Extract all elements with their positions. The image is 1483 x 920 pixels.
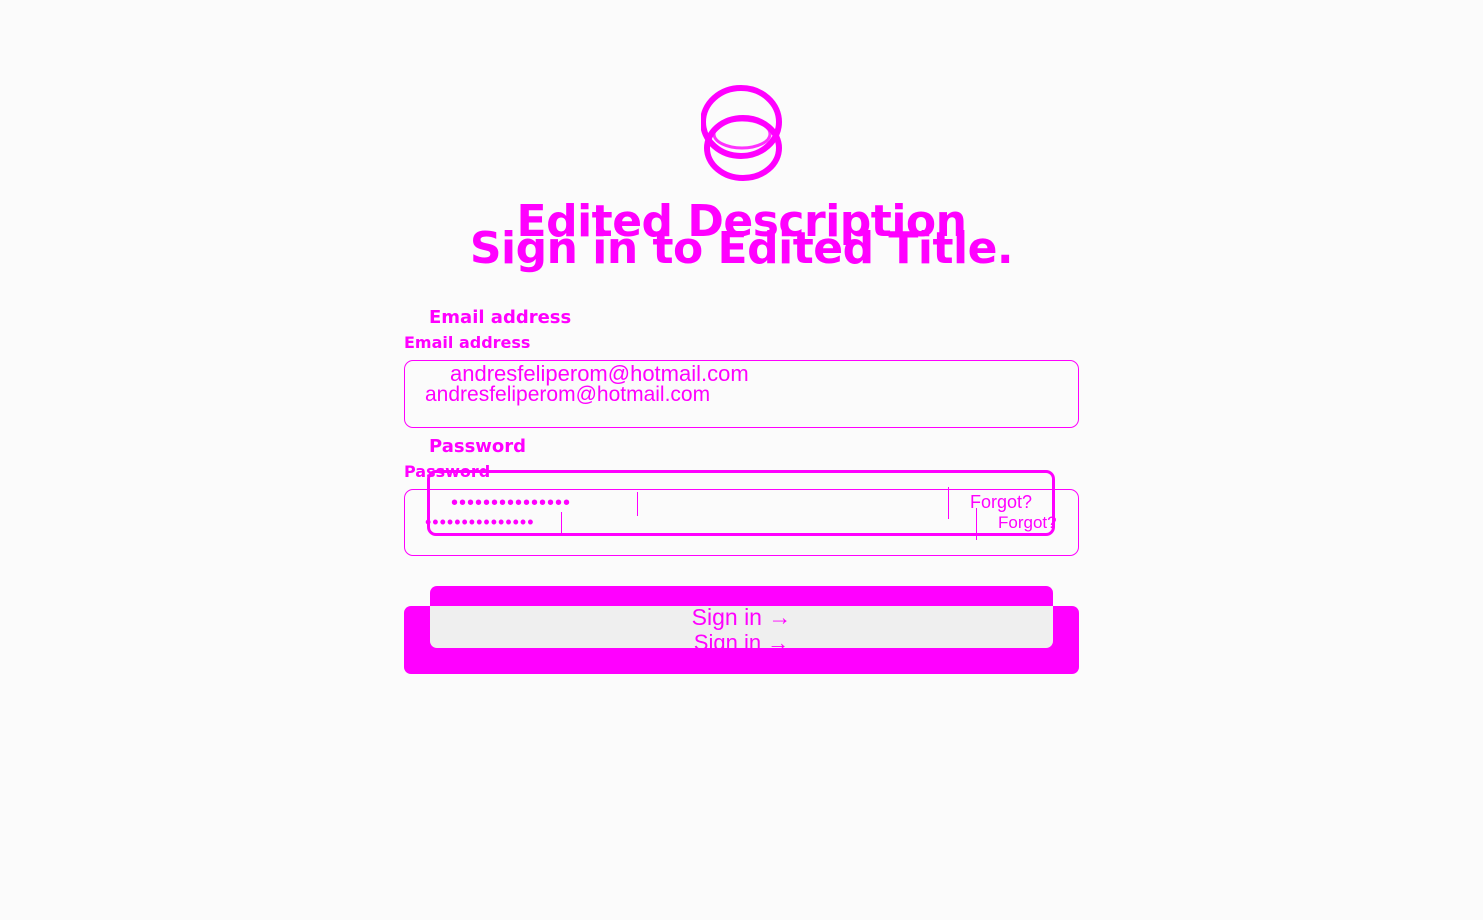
- sign-in-label: Sign in →: [691, 604, 792, 630]
- brand-logo-icon: [701, 85, 782, 181]
- email-label: Email address: [429, 307, 572, 328]
- password-divider-secondary: [976, 508, 977, 540]
- page-title: Sign in to Edited Title.: [469, 223, 1014, 274]
- text-caret-secondary: [561, 512, 562, 534]
- sign-in-label-secondary: Sign in →: [693, 630, 790, 655]
- password-label: Password: [429, 436, 527, 457]
- password-value-secondary: •••••••••••••••: [425, 512, 535, 532]
- email-label-secondary: Email address: [404, 333, 531, 352]
- forgot-password-link-secondary[interactable]: Forgot?: [998, 513, 1057, 533]
- email-value-secondary: andresfeliperom@hotmail.com: [425, 383, 711, 406]
- password-label-secondary: Password: [404, 462, 491, 481]
